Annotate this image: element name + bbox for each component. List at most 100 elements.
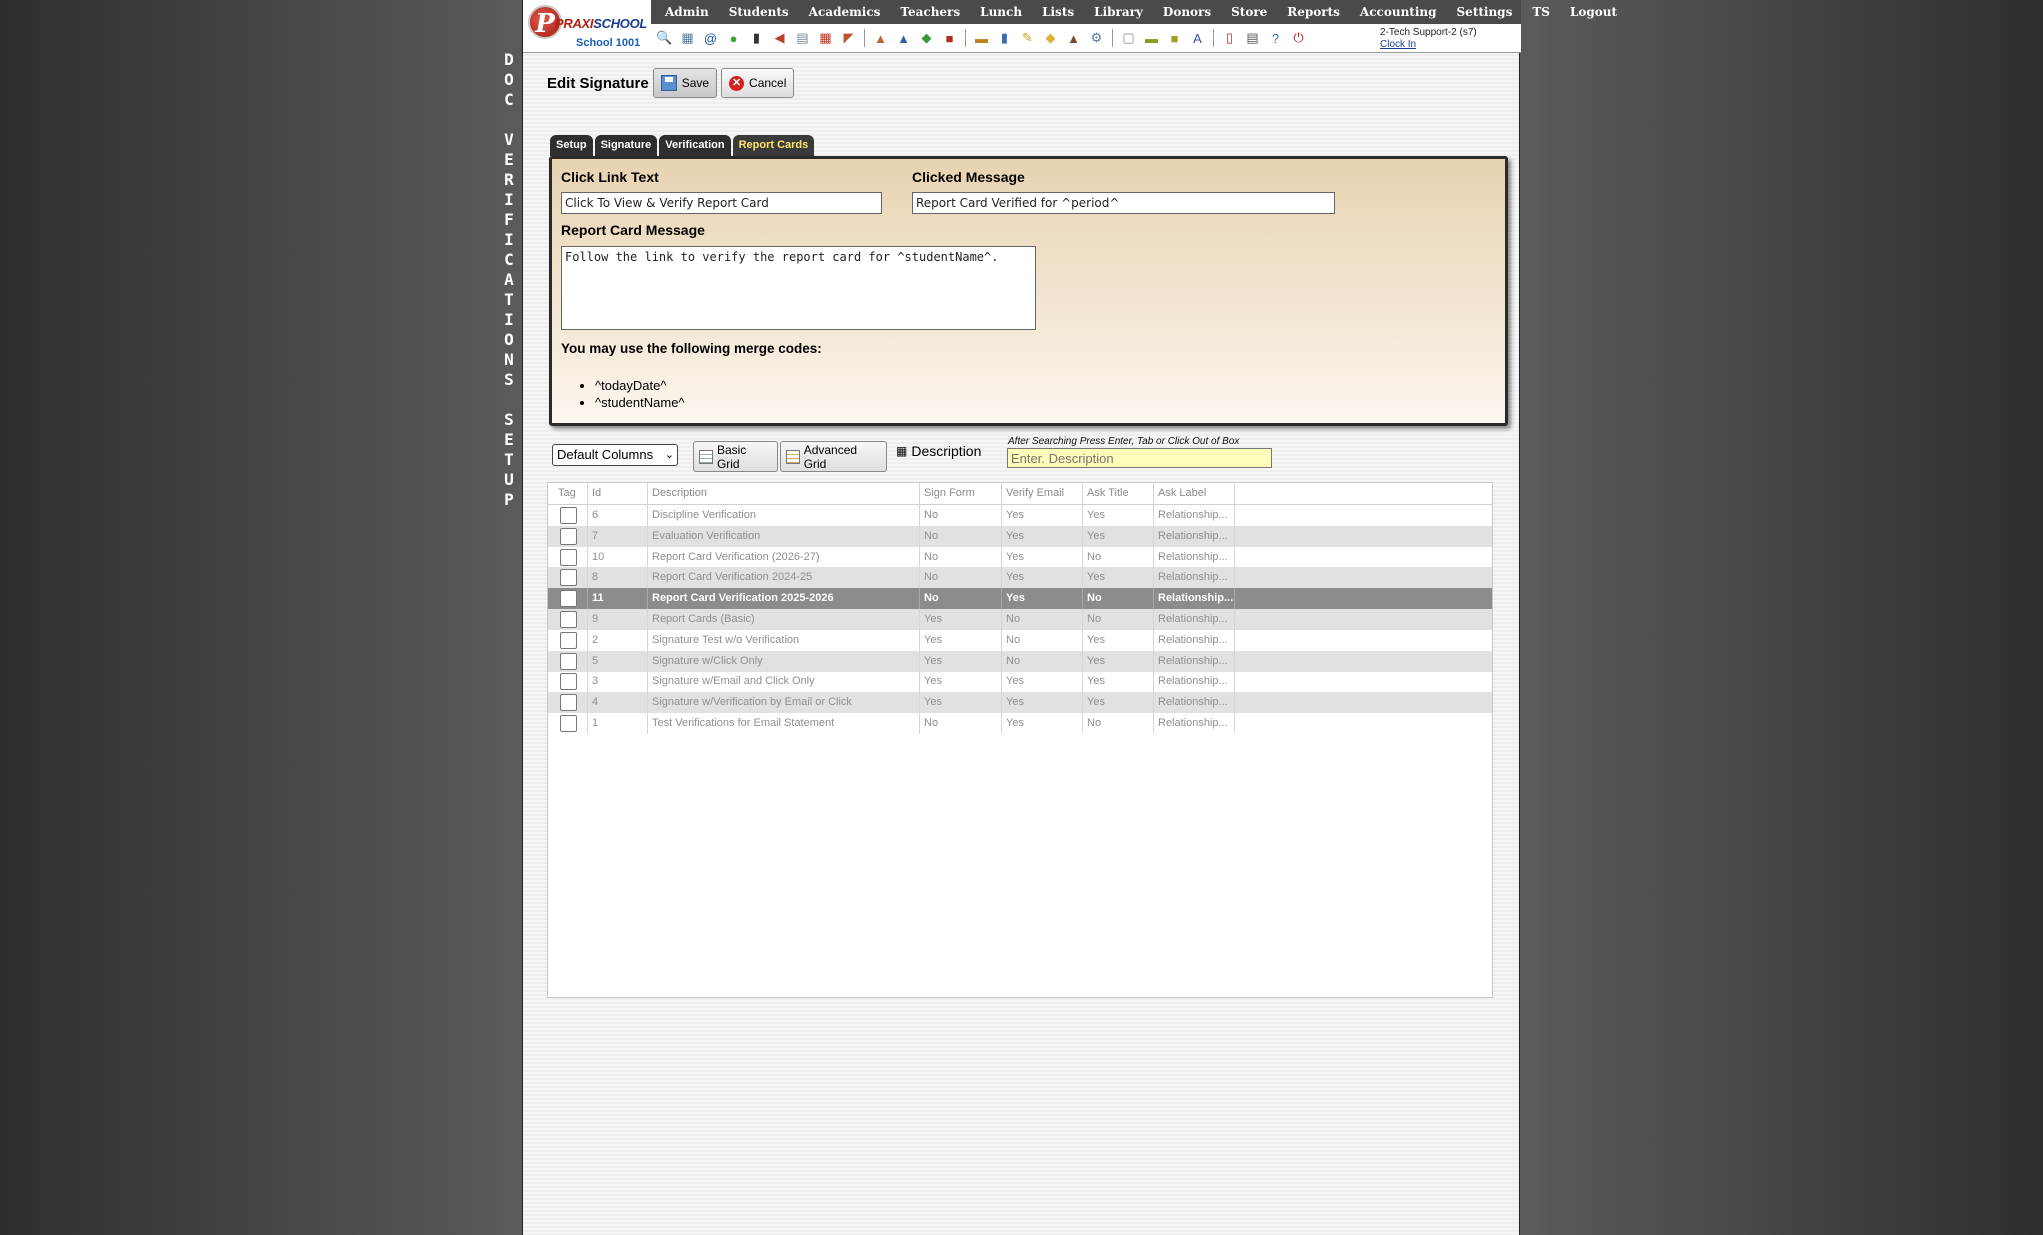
- menu-item-admin[interactable]: Admin: [655, 5, 719, 19]
- list-icon[interactable]: ▤: [793, 29, 812, 47]
- pdf-icon[interactable]: ▯: [1220, 29, 1239, 47]
- menu-item-logout[interactable]: Logout: [1560, 5, 1627, 19]
- tag-checkbox[interactable]: [560, 590, 577, 608]
- columns-select[interactable]: Default Columns ⌄: [552, 444, 678, 466]
- mobile-icon[interactable]: ▮: [747, 29, 766, 47]
- menu-item-store[interactable]: Store: [1221, 5, 1277, 19]
- menu-item-settings[interactable]: Settings: [1447, 5, 1523, 19]
- praxischool-logo[interactable]: P PRAXISCHOOL School 1001: [525, 2, 651, 52]
- table-row[interactable]: 6 Discipline Verification No Yes Yes Relation…: [548, 505, 1492, 526]
- table-row[interactable]: 11 Report Card Verification 2025-2026 No Ye…: [548, 588, 1492, 610]
- table-row[interactable]: 10 Report Card Verification (2026-27) No Ye…: [548, 546, 1492, 568]
- cancel-button[interactable]: ✕ Cancel: [721, 68, 795, 98]
- tag-checkbox[interactable]: [560, 507, 577, 524]
- basic-grid-button[interactable]: Basic Grid: [693, 441, 778, 472]
- cell-tag: [548, 609, 588, 630]
- grid-icon[interactable]: ▦: [678, 29, 697, 47]
- megaphone-icon[interactable]: ◤: [839, 29, 858, 47]
- description-search-input[interactable]: [1007, 448, 1272, 468]
- column-header-ask-title[interactable]: Ask Title: [1083, 483, 1154, 504]
- column-header-ask-label[interactable]: Ask Label: [1154, 483, 1235, 504]
- table-row[interactable]: 1 Test Verifications for Email Statement N…: [548, 713, 1492, 734]
- menu-item-reports[interactable]: Reports: [1277, 5, 1350, 19]
- speaker-icon[interactable]: ◀: [770, 29, 789, 47]
- power-icon[interactable]: ⏻: [1289, 29, 1308, 47]
- email-icon[interactable]: @: [701, 29, 720, 47]
- table-row[interactable]: 4 Signature w/Verification by Email or Cl…: [548, 692, 1492, 714]
- bus-icon[interactable]: ■: [940, 29, 959, 47]
- menu-item-library[interactable]: Library: [1084, 5, 1153, 19]
- menu-item-ts[interactable]: TS: [1522, 5, 1560, 19]
- toolbar-separator: [965, 29, 966, 47]
- menu-item-accounting[interactable]: Accounting: [1350, 5, 1447, 19]
- tab-verification[interactable]: Verification: [659, 135, 731, 156]
- cell-title: Yes: [1083, 525, 1154, 547]
- tag-checkbox[interactable]: [560, 548, 577, 566]
- bus2-icon[interactable]: ■: [1165, 29, 1184, 47]
- cell-id: 3: [588, 671, 648, 693]
- people-icon[interactable]: ▲: [1064, 29, 1083, 47]
- tab-report-cards[interactable]: Report Cards: [732, 135, 815, 156]
- tag-icon[interactable]: ◆: [1041, 29, 1060, 47]
- clicked-message-input[interactable]: [912, 192, 1335, 214]
- table-row[interactable]: 2 Signature Test w/o Verification Yes No Yes…: [548, 629, 1492, 651]
- column-header-sign-form[interactable]: Sign Form: [920, 483, 1002, 504]
- teacher-icon[interactable]: ▲: [871, 29, 890, 47]
- table-row[interactable]: 7 Evaluation Verification No Yes Yes Relation…: [548, 525, 1492, 547]
- menu-item-teachers[interactable]: Teachers: [890, 5, 970, 19]
- clock-in-link[interactable]: Clock In: [1380, 39, 1416, 50]
- gear-icon[interactable]: ⚙: [1087, 29, 1106, 47]
- money-icon[interactable]: ◆: [917, 29, 936, 47]
- table-row[interactable]: 8 Report Card Verification 2024-25 No Yes Ye…: [548, 567, 1492, 589]
- cell-sign: Yes: [920, 650, 1002, 672]
- side-label-char: O: [504, 70, 514, 89]
- menu-item-lunch[interactable]: Lunch: [970, 5, 1032, 19]
- pencil-icon[interactable]: ✎: [1018, 29, 1037, 47]
- table-row[interactable]: 5 Signature w/Click Only Yes No Yes Relations…: [548, 650, 1492, 672]
- tag-checkbox[interactable]: [560, 527, 577, 545]
- tag-checkbox[interactable]: [560, 569, 577, 587]
- cell-sign: No: [920, 567, 1002, 589]
- book-icon[interactable]: ▮: [995, 29, 1014, 47]
- menu-item-students[interactable]: Students: [719, 5, 799, 19]
- help-icon[interactable]: ?: [1266, 29, 1285, 47]
- printer-icon[interactable]: ▤: [1243, 29, 1262, 47]
- advanced-grid-label: Advanced Grid: [803, 442, 858, 471]
- column-header-description[interactable]: Description: [648, 483, 920, 504]
- tag-checkbox[interactable]: [560, 652, 577, 670]
- cell-label: Relationship...: [1154, 567, 1235, 589]
- cell-desc: Report Card Verification 2024-25: [648, 567, 920, 589]
- toolbar-separator: [864, 29, 865, 47]
- save-button[interactable]: Save: [652, 68, 718, 98]
- side-label-char: I: [504, 190, 514, 209]
- column-header-tag[interactable]: Tag: [548, 483, 588, 504]
- window-icon[interactable]: ▢: [1119, 29, 1138, 47]
- report-card-message-textarea[interactable]: Follow the link to verify the report car…: [561, 246, 1036, 330]
- table-row[interactable]: 9 Report Cards (Basic) Yes No No Relationship…: [548, 609, 1492, 630]
- tag-checkbox[interactable]: [560, 673, 577, 691]
- menu-item-donors[interactable]: Donors: [1153, 5, 1221, 19]
- ap-icon[interactable]: A: [1188, 29, 1207, 47]
- calendar-icon[interactable]: ▦: [816, 29, 835, 47]
- table-row[interactable]: 3 Signature w/Email and Click Only Yes Yes Y…: [548, 671, 1492, 693]
- tag-checkbox[interactable]: [560, 694, 577, 712]
- tab-signature[interactable]: Signature: [594, 135, 658, 156]
- chat-icon[interactable]: ●: [724, 29, 743, 47]
- tab-setup[interactable]: Setup: [550, 135, 593, 156]
- search-icon[interactable]: 🔍: [655, 29, 674, 47]
- advanced-grid-button[interactable]: Advanced Grid: [780, 441, 887, 472]
- column-header-id[interactable]: Id: [588, 483, 648, 504]
- menu-item-academics[interactable]: Academics: [799, 5, 891, 19]
- click-link-text-input[interactable]: [561, 192, 882, 214]
- tag-checkbox[interactable]: [560, 611, 577, 628]
- column-header-verify-email[interactable]: Verify Email: [1002, 483, 1083, 504]
- ruler-icon[interactable]: ▬: [1142, 29, 1161, 47]
- cell-desc: Discipline Verification: [648, 505, 920, 526]
- student-icon[interactable]: ▲: [894, 29, 913, 47]
- menu-item-lists[interactable]: Lists: [1032, 5, 1084, 19]
- cell-tag: [548, 525, 588, 547]
- cell-label: Relationship...: [1154, 713, 1235, 734]
- tag-checkbox[interactable]: [560, 715, 577, 732]
- card-icon[interactable]: ▬: [972, 29, 991, 47]
- tag-checkbox[interactable]: [560, 631, 577, 649]
